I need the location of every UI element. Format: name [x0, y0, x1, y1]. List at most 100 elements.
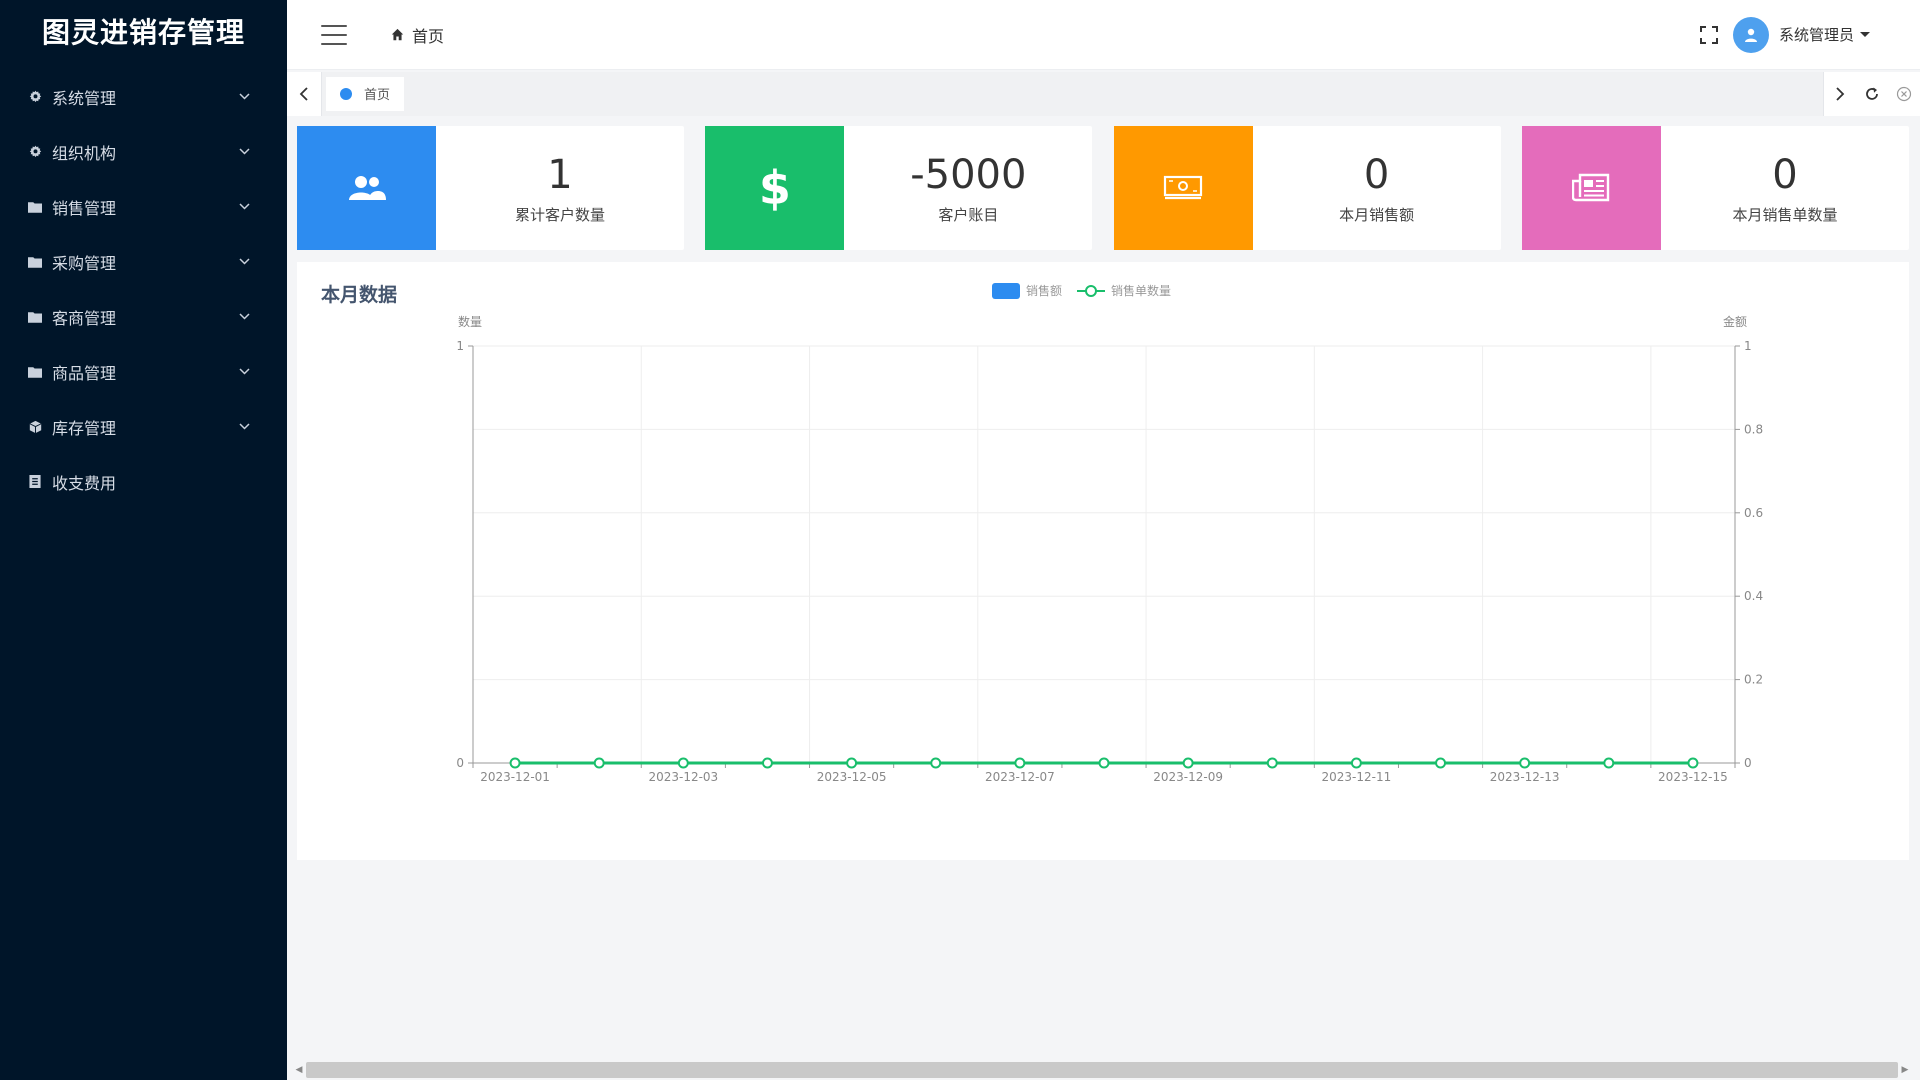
sidebar-item-7[interactable]: 库存管理	[0, 399, 287, 454]
line-point	[1435, 757, 1447, 769]
sidebar-item-3[interactable]: 销售管理	[0, 179, 287, 234]
line-point	[1687, 757, 1699, 769]
ledger-icon	[28, 475, 42, 489]
refresh-icon	[1866, 87, 1878, 100]
tabs-scroll-left-button[interactable]	[287, 71, 321, 116]
y-right-tick-label: 0.8	[1744, 422, 1763, 436]
y-right-tick-label: 0	[1744, 756, 1752, 770]
scroll-left-icon[interactable]: ◀	[292, 1060, 306, 1080]
folder-icon	[28, 200, 42, 214]
horizontal-scrollbar[interactable]: ◀ ▶	[292, 1060, 1912, 1080]
user-icon	[1744, 28, 1757, 42]
stat-label: 客户账目	[938, 205, 999, 224]
line-point	[509, 757, 521, 769]
stat-cards: 1 累计客户数量 $ -5000 客户账目 0 本月销售额 0 本月销售单数量	[297, 126, 1909, 250]
stat-value: 0	[1363, 151, 1390, 198]
cube-icon	[28, 420, 42, 434]
stat-card-1: 1 累计客户数量	[297, 126, 684, 250]
y-left-tick-label: 0	[456, 756, 464, 770]
sidebar-item-label: 商品管理	[52, 363, 117, 383]
line-point	[1603, 757, 1615, 769]
sidebar-item-label: 系统管理	[52, 88, 117, 108]
tab-strip: 首页	[321, 71, 1824, 116]
chevron-down-icon	[237, 145, 251, 159]
x-tick-label: 2023-12-01	[480, 770, 550, 784]
user-name: 系统管理员	[1778, 26, 1854, 44]
close-tabs-button[interactable]	[1888, 71, 1920, 116]
legend-swatch-sales-amount	[992, 283, 1020, 299]
y-left-axis-title: 数量	[458, 314, 482, 329]
monthly-chart: 0 0.2 0.4 0.6 0.8 1 0 1 数量 金额 2023-12-01 2023-12-03…	[456, 283, 1763, 784]
users-icon	[297, 126, 436, 250]
user-menu[interactable]: 系统管理员	[1779, 24, 1870, 45]
sidebar-item-label: 库存管理	[52, 418, 117, 438]
folder-icon	[28, 310, 42, 324]
y-right-tick-label: 1	[1744, 339, 1752, 353]
scroll-right-icon[interactable]: ▶	[1898, 1060, 1912, 1080]
line-point	[677, 757, 689, 769]
line-point	[846, 757, 858, 769]
x-tick-label: 2023-12-11	[1322, 770, 1392, 784]
close-circle-icon	[1896, 86, 1912, 101]
sidebar-item-label: 组织机构	[52, 143, 117, 163]
x-tick-label: 2023-12-03	[648, 770, 718, 784]
sidebar-menu: 系统管理组织机构销售管理采购管理客商管理商品管理库存管理收支费用	[0, 69, 287, 509]
line-point	[593, 757, 605, 769]
legend-label-order-count: 销售单数量	[1111, 283, 1171, 298]
stat-value: -5000	[910, 151, 1027, 198]
stat-card-4: 0 本月销售单数量	[1521, 126, 1909, 250]
tabs-scroll-right-button[interactable]	[1824, 71, 1856, 116]
line-point	[1266, 757, 1278, 769]
line-point	[930, 757, 942, 769]
caret-down-icon	[1860, 32, 1870, 37]
home-icon[interactable]	[391, 28, 404, 41]
x-tick-label: 2023-12-15	[1658, 770, 1728, 784]
x-tick-label: 2023-12-09	[1153, 770, 1223, 784]
stat-card-3: 0 本月销售额	[1113, 126, 1501, 250]
sidebar-item-8[interactable]: 收支费用	[0, 454, 287, 509]
line-point	[1098, 757, 1110, 769]
chevron-down-icon	[237, 90, 251, 104]
y-right-tick-label: 0.6	[1744, 506, 1763, 520]
chevron-right-icon	[1836, 86, 1845, 101]
sidebar-item-2[interactable]: 组织机构	[0, 124, 287, 179]
sidebar-item-4[interactable]: 采购管理	[0, 234, 287, 289]
sidebar-item-label: 收支费用	[52, 473, 117, 493]
line-point	[761, 757, 773, 769]
sidebar-item-label: 采购管理	[52, 253, 117, 273]
fullscreen-icon[interactable]	[1699, 25, 1719, 45]
line-point	[1350, 757, 1362, 769]
stat-card-body: 1 累计客户数量	[436, 126, 684, 250]
folder-icon	[28, 365, 42, 379]
sidebar-item-5[interactable]: 客商管理	[0, 289, 287, 344]
active-tab-dot	[340, 87, 352, 100]
stat-card-body: 0 本月销售单数量	[1661, 126, 1909, 250]
avatar[interactable]	[1732, 16, 1769, 53]
tab-label: 首页	[364, 88, 391, 103]
x-tick-label: 2023-12-07	[985, 770, 1055, 784]
legend-swatch-order-count-point	[1085, 285, 1097, 297]
chevron-down-icon	[237, 255, 251, 269]
money-icon	[1113, 126, 1253, 250]
stat-label: 本月销售额	[1339, 205, 1415, 224]
top-header: 首页 系统管理员	[287, 0, 1920, 70]
sidebar-item-1[interactable]: 系统管理	[0, 69, 287, 124]
dollar-icon: $	[705, 126, 845, 250]
chevron-down-icon	[237, 200, 251, 214]
refresh-button[interactable]	[1856, 71, 1888, 116]
line-point	[1519, 757, 1531, 769]
menu-toggle-icon[interactable]	[321, 24, 347, 45]
chevron-down-icon	[237, 420, 251, 434]
breadcrumb-home[interactable]: 首页	[412, 23, 444, 47]
line-point	[1182, 757, 1194, 769]
scrollbar-thumb[interactable]	[306, 1062, 1898, 1078]
sidebar-item-6[interactable]: 商品管理	[0, 344, 287, 399]
app-brand: 图灵进销存管理	[41, 16, 245, 49]
gear-icon	[28, 145, 42, 159]
tab-home[interactable]: 首页	[326, 76, 405, 111]
sidebar-item-label: 客商管理	[52, 308, 117, 328]
line-point	[1014, 757, 1026, 769]
legend-label-sales-amount: 销售额	[1026, 283, 1062, 298]
stat-label: 本月销售单数量	[1732, 205, 1838, 224]
header-right: 系统管理员	[1699, 16, 1920, 53]
